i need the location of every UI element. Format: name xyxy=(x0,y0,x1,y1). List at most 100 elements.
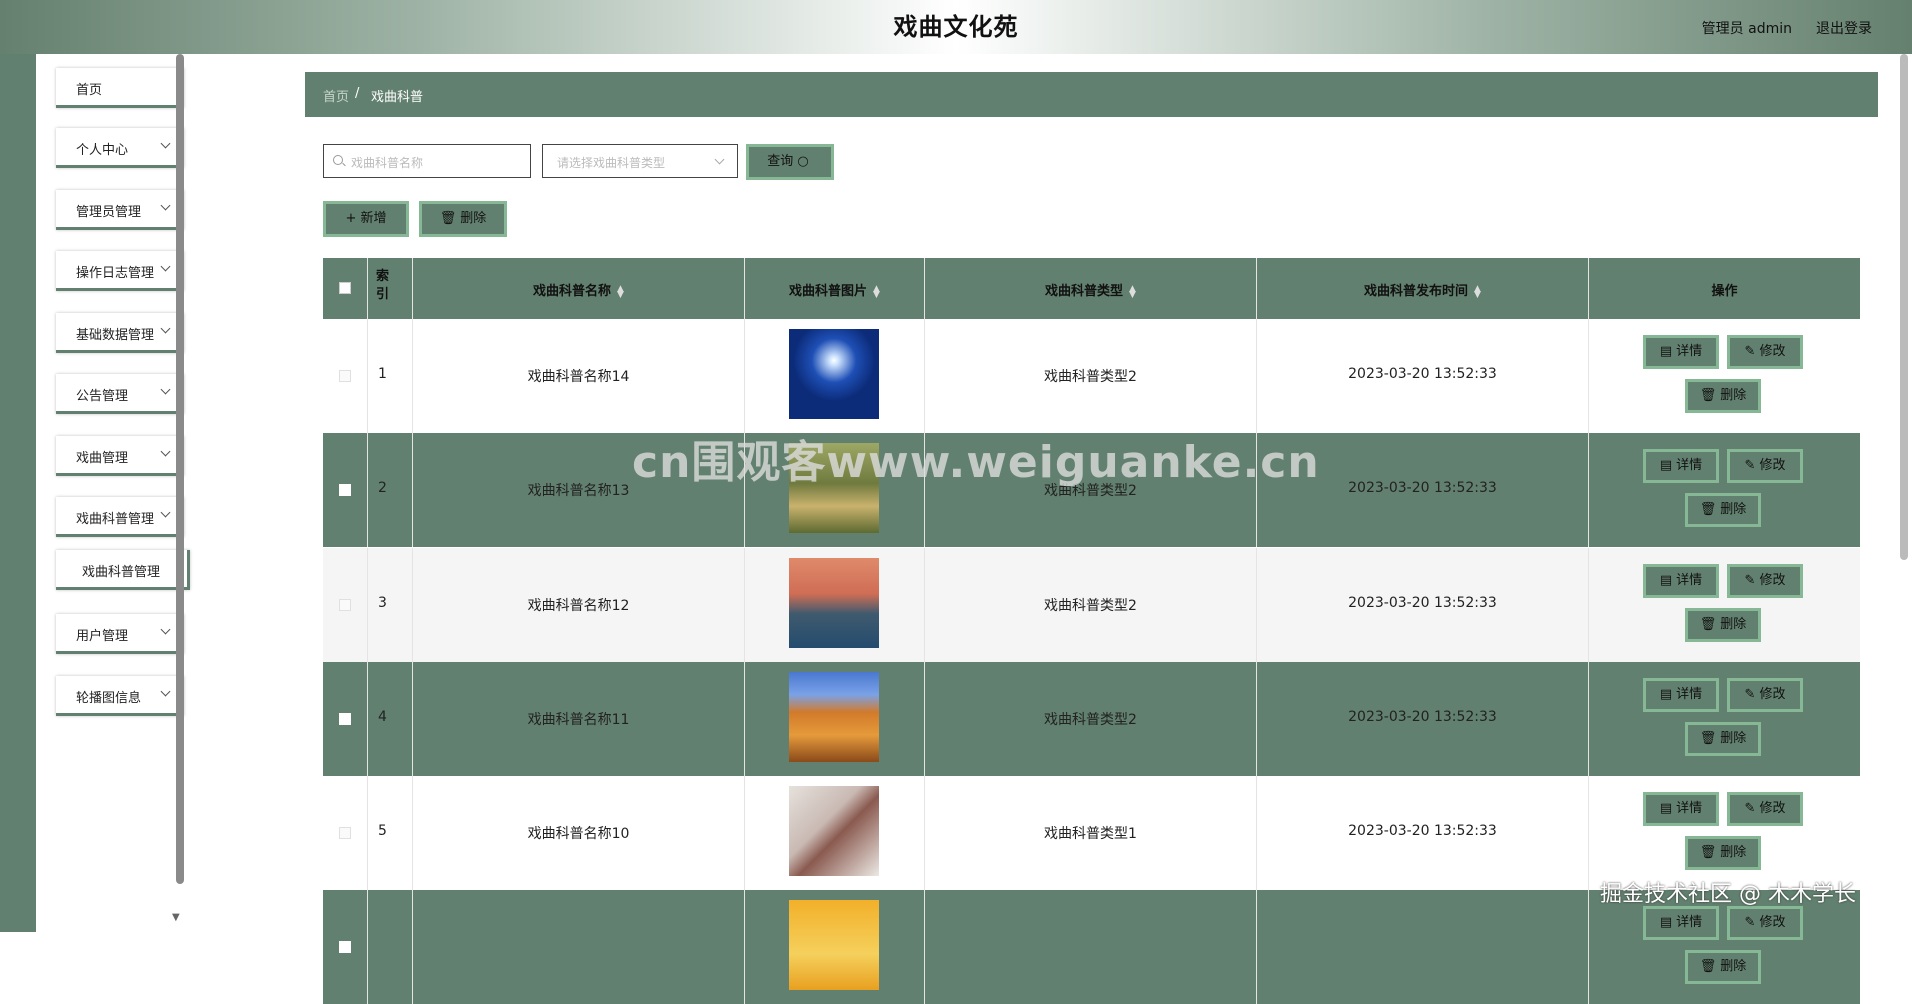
row-checkbox[interactable] xyxy=(339,484,351,496)
sidebar-item-label: 管理员管理 xyxy=(76,205,142,220)
row-time: 2023-03-20 13:52:33 xyxy=(1348,595,1497,611)
row-index: 3 xyxy=(378,595,387,611)
sidebar-item-label: 公告管理 xyxy=(76,389,129,404)
main-scrollbar[interactable] xyxy=(1900,54,1908,560)
detail-button[interactable]: ▤ 详情 xyxy=(1643,335,1719,369)
row-type: 戏曲科普类型2 xyxy=(1044,369,1137,385)
breadcrumb-home[interactable]: 首页 xyxy=(323,86,349,105)
breadcrumb-separator: / xyxy=(355,86,360,101)
chevron-down-icon xyxy=(714,154,725,165)
sidebar-item-users[interactable]: 用户管理 xyxy=(56,614,184,654)
sidebar-item-personal-center[interactable]: 个人中心 xyxy=(56,128,184,168)
add-label: 新增 xyxy=(360,211,387,226)
detail-button[interactable]: ▤ 详情 xyxy=(1643,449,1719,483)
header-index: 索引 xyxy=(376,269,390,302)
row-type: 戏曲科普类型1 xyxy=(1044,826,1137,842)
trash-icon: 🗑 xyxy=(1699,617,1717,632)
edit-button[interactable]: ✎ 修改 xyxy=(1727,449,1803,483)
logout-link[interactable]: 退出登录 xyxy=(1816,18,1872,38)
row-thumbnail[interactable] xyxy=(789,900,879,990)
row-thumbnail[interactable] xyxy=(789,672,879,762)
sidebar-item-notice[interactable]: 公告管理 xyxy=(56,374,184,414)
sidebar-item-carousel[interactable]: 轮播图信息 xyxy=(56,676,184,716)
row-checkbox[interactable] xyxy=(339,370,351,382)
sort-icon[interactable]: ▲ ▼ xyxy=(1474,284,1481,299)
time-cell: 2023-03-20 13:52:33 xyxy=(1257,776,1589,890)
detail-button[interactable]: ▤ 详情 xyxy=(1643,564,1719,598)
image-cell xyxy=(745,548,925,662)
trash-icon: 🗑 xyxy=(1699,959,1717,974)
query-button[interactable]: 查询 ○ xyxy=(746,144,834,180)
header-type-cell[interactable]: 戏曲科普类型 ▲ ▼ xyxy=(925,258,1257,319)
edit-button[interactable]: ✎ 修改 xyxy=(1727,564,1803,598)
plus-icon: + xyxy=(345,211,357,226)
header-image-cell[interactable]: 戏曲科普图片 ▲ ▼ xyxy=(745,258,925,319)
row-type: 戏曲科普类型2 xyxy=(1044,712,1137,728)
row-thumbnail[interactable] xyxy=(789,558,879,648)
sidebar-item-home[interactable]: 首页 xyxy=(56,68,184,108)
sidebar-subitem-opera-science[interactable]: 戏曲科普管理 xyxy=(56,550,190,590)
pencil-icon: ✎ xyxy=(1744,458,1756,473)
detail-button[interactable]: ▤ 详情 xyxy=(1643,792,1719,826)
delete-button[interactable]: 🗑 删除 xyxy=(1685,608,1761,642)
sidebar-item-operation-log[interactable]: 操作日志管理 xyxy=(56,251,184,291)
sort-icon[interactable]: ▲ ▼ xyxy=(1129,284,1136,299)
sort-icon[interactable]: ▲ ▼ xyxy=(873,284,880,299)
row-checkbox[interactable] xyxy=(339,941,351,953)
chevron-down-icon xyxy=(160,507,171,518)
name-search-placeholder: 戏曲科普名称 xyxy=(351,156,424,170)
chevron-down-icon xyxy=(160,261,171,272)
row-checkbox[interactable] xyxy=(339,827,351,839)
name-search-input[interactable]: 戏曲科普名称 xyxy=(323,144,531,178)
chevron-down-icon xyxy=(160,686,171,697)
delete-button[interactable]: 🗑 删除 xyxy=(1685,836,1761,870)
sidebar-scrollbar[interactable] xyxy=(176,54,184,884)
table-row: 4 戏曲科普名称11 戏曲科普类型2 2023-03-20 13:52:33 ▤ 详情 ✎ 修… xyxy=(323,662,1860,776)
delete-button[interactable]: 🗑 删除 xyxy=(1685,379,1761,413)
row-index: 5 xyxy=(378,823,387,839)
sidebar-item-opera-science[interactable]: 戏曲科普管理 xyxy=(56,497,184,537)
detail-button[interactable]: ▤ 详情 xyxy=(1643,906,1719,940)
select-all-checkbox[interactable] xyxy=(339,282,351,294)
type-cell: 戏曲科普类型2 xyxy=(925,319,1257,433)
pencil-icon: ✎ xyxy=(1744,687,1756,702)
row-checkbox[interactable] xyxy=(339,713,351,725)
header-time-cell[interactable]: 戏曲科普发布时间 ▲ ▼ xyxy=(1257,258,1589,319)
delete-button[interactable]: 🗑 删除 xyxy=(1685,493,1761,527)
row-thumbnail[interactable] xyxy=(789,786,879,876)
edit-button[interactable]: ✎ 修改 xyxy=(1727,792,1803,826)
delete-button[interactable]: 🗑 删除 xyxy=(1685,722,1761,756)
sidebar-item-base-data[interactable]: 基础数据管理 xyxy=(56,313,184,353)
trash-icon: 🗑 xyxy=(439,211,457,226)
add-button[interactable]: + 新增 xyxy=(323,201,409,237)
type-cell: 戏曲科普类型2 xyxy=(925,548,1257,662)
sort-icon[interactable]: ▲ ▼ xyxy=(617,284,624,299)
header-actions: 操作 xyxy=(1711,284,1738,299)
row-time: 2023-03-20 13:52:33 xyxy=(1348,709,1497,725)
sidebar-item-admin-management[interactable]: 管理员管理 xyxy=(56,190,184,230)
header-name-cell[interactable]: 戏曲科普名称 ▲ ▼ xyxy=(413,258,745,319)
edit-button[interactable]: ✎ 修改 xyxy=(1727,906,1803,940)
row-index: 2 xyxy=(378,480,387,496)
scroll-down-icon[interactable]: ▼ xyxy=(172,912,180,923)
delete-button-label: 删除 xyxy=(1720,845,1747,860)
pencil-icon: ✎ xyxy=(1744,573,1756,588)
type-select[interactable]: 请选择戏曲科普类型 xyxy=(542,144,738,178)
document-icon: ▤ xyxy=(1659,573,1673,588)
edit-button-label: 修改 xyxy=(1759,687,1786,702)
row-thumbnail[interactable] xyxy=(789,329,879,419)
batch-delete-button[interactable]: 🗑 删除 xyxy=(419,201,507,237)
detail-button[interactable]: ▤ 详情 xyxy=(1643,678,1719,712)
sidebar-item-opera[interactable]: 戏曲管理 xyxy=(56,436,184,476)
edit-button[interactable]: ✎ 修改 xyxy=(1727,678,1803,712)
row-name: 戏曲科普名称14 xyxy=(527,369,630,385)
actions-cell: ▤ 详情 ✎ 修改 🗑 删除 xyxy=(1589,662,1860,776)
delete-button-label: 删除 xyxy=(1720,959,1747,974)
edit-button[interactable]: ✎ 修改 xyxy=(1727,335,1803,369)
delete-button[interactable]: 🗑 删除 xyxy=(1685,950,1761,984)
row-checkbox[interactable] xyxy=(339,599,351,611)
image-cell xyxy=(745,890,925,1004)
edit-button-label: 修改 xyxy=(1759,458,1786,473)
chevron-down-icon xyxy=(160,323,171,334)
checkbox-cell xyxy=(323,319,368,433)
